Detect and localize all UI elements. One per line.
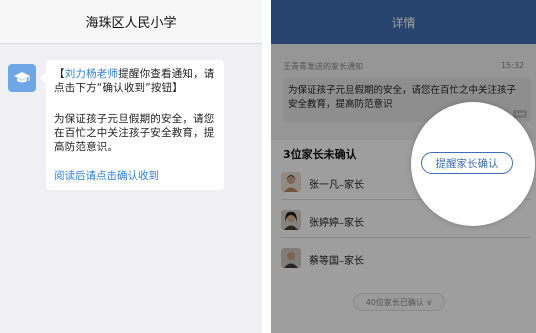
school-avatar[interactable]: [8, 64, 36, 92]
teacher-name-link[interactable]: 刘力杨老师: [65, 68, 119, 80]
chat-header: 海珠区人民小学: [0, 0, 262, 44]
message-bubble: 【刘力杨老师提醒你查看通知，请点击下方“确认收到”按钮】 为保证孩子元旦假期的安…: [40, 60, 224, 190]
message-paragraph-2: 为保证孩子元旦假期的安全，请您在百忙之中关注孩子安全教育，提高防范意识。: [54, 113, 215, 153]
detail-panel: 详情 王青青发送的家长通知 15:32 为保证孩子元旦假期的安全，请您在百忙之中…: [271, 0, 536, 333]
chat-panel: 海珠区人民小学 【刘力杨老师提醒你查看通知，请点击下方“确认收到”按钮】 为保证…: [0, 0, 262, 333]
ack-link[interactable]: 阅读后请点击确认收到: [54, 168, 159, 183]
message-paragraph-1: 【刘力杨老师提醒你查看通知，请点击下方“确认收到”按钮】: [54, 68, 215, 94]
remind-parents-button[interactable]: 提醒家长确认: [421, 152, 513, 174]
chat-title: 海珠区人民小学: [85, 16, 177, 31]
graduation-cap-icon: [14, 72, 30, 83]
panel-gap: [262, 0, 271, 333]
